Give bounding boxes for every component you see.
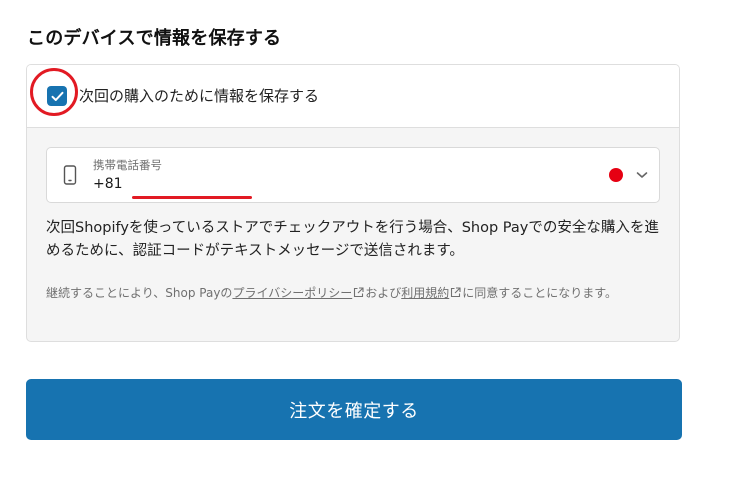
legal-prefix: 継続することにより、Shop Payの [46, 286, 233, 300]
legal-suffix: に同意することになります。 [462, 286, 618, 300]
legal-consent-text: 継続することにより、Shop Payのプライバシーポリシー および利用規約 に同意す… [46, 284, 666, 303]
legal-middle: および [365, 286, 402, 300]
terms-link[interactable]: 利用規約 [401, 286, 449, 300]
japan-flag-icon[interactable] [609, 168, 623, 182]
phone-number-field[interactable]: 携帯電話番号 +81 [46, 147, 660, 203]
phone-field-label: 携帯電話番号 [93, 158, 162, 172]
mobile-phone-icon [63, 165, 77, 185]
sms-verification-info: 次回Shopifyを使っているストアでチェックアウトを行う場合、Shop Pay… [46, 220, 659, 259]
section-title: このデバイスで情報を保存する [27, 28, 282, 49]
chevron-down-icon[interactable] [635, 169, 649, 181]
external-link-icon [354, 287, 364, 298]
confirm-order-button[interactable]: 注文を確定する [26, 379, 682, 440]
save-info-card: 次回の購入のために情報を保存する 携帯電話番号 +81 次回Shopifyを使っ… [26, 64, 680, 342]
privacy-policy-link[interactable]: プライバシーポリシー [232, 286, 352, 300]
annotation-underline [132, 196, 252, 199]
phone-field-value[interactable]: +81 [93, 176, 123, 192]
save-option-row[interactable]: 次回の購入のために情報を保存する [27, 65, 679, 128]
save-info-label[interactable]: 次回の購入のために情報を保存する [79, 86, 319, 106]
annotation-circle [30, 68, 78, 116]
save-info-page: このデバイスで情報を保存する 次回の購入のために情報を保存する 携帯電話番号 +… [0, 0, 738, 481]
external-link-icon [451, 287, 461, 298]
